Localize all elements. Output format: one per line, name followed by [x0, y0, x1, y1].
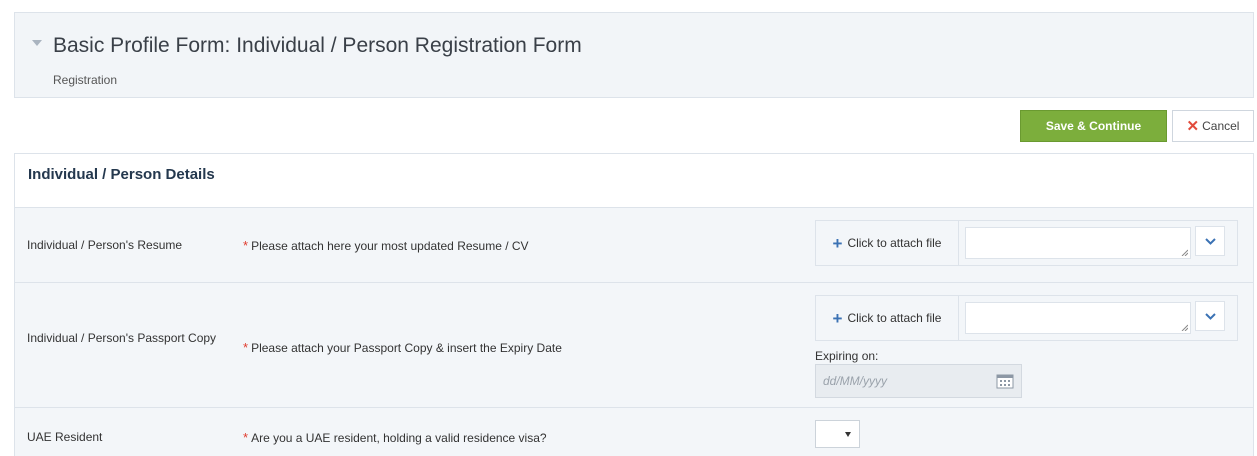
save-continue-button[interactable]: Save & Continue — [1020, 110, 1167, 142]
passport-description: * Please attach your Passport Copy & inse… — [243, 340, 562, 355]
resume-row: Individual / Person's Resume * Please att… — [15, 207, 1253, 282]
page-subtitle: Registration — [53, 73, 118, 87]
expiry-date-field[interactable] — [815, 364, 1022, 398]
chevron-down-icon — [1204, 312, 1216, 320]
close-icon: ✕ — [1186, 117, 1200, 135]
header-panel: Basic Profile Form: Individual / Person … — [14, 12, 1254, 98]
passport-description-text: Please attach your Passport Copy & inser… — [251, 341, 562, 355]
caret-down-icon — [845, 431, 851, 437]
uae-resident-description-text: Are you a UAE resident, holding a valid … — [251, 431, 547, 445]
plus-icon: + — [832, 233, 843, 253]
passport-row: Individual / Person's Passport Copy * Ple… — [15, 282, 1253, 407]
calendar-icon[interactable] — [996, 373, 1014, 389]
resize-handle-icon — [1181, 324, 1188, 331]
resume-attach-box: + Click to attach file — [815, 220, 1238, 266]
resize-handle-icon — [1181, 249, 1188, 256]
collapse-toggle-icon[interactable] — [32, 40, 42, 46]
required-asterisk-icon: * — [243, 238, 249, 253]
uae-resident-row: UAE Resident * Are you a UAE resident, ho… — [15, 407, 1253, 456]
chevron-down-icon — [1204, 237, 1216, 245]
details-section: Individual / Person Details Individual /… — [14, 153, 1254, 456]
plus-icon: + — [832, 308, 843, 328]
passport-attach-button[interactable]: + Click to attach file — [816, 296, 959, 340]
required-asterisk-icon: * — [243, 430, 249, 445]
cancel-button[interactable]: ✕ Cancel — [1172, 110, 1254, 142]
resume-label: Individual / Person's Resume — [27, 238, 183, 252]
expiry-date-input[interactable] — [816, 365, 986, 397]
uae-resident-label: UAE Resident — [27, 430, 103, 444]
passport-label: Individual / Person's Passport Copy — [27, 331, 217, 345]
resume-attach-button[interactable]: + Click to attach file — [816, 221, 959, 265]
section-title: Individual / Person Details — [28, 166, 215, 183]
resume-description: * Please attach here your most updated Re… — [243, 238, 529, 253]
resume-description-text: Please attach here your most updated Res… — [251, 239, 529, 253]
required-asterisk-icon: * — [243, 340, 249, 355]
resume-dropdown-button[interactable] — [1195, 226, 1225, 256]
expiring-label: Expiring on: — [815, 349, 879, 363]
page-title: Basic Profile Form: Individual / Person … — [53, 34, 582, 57]
passport-dropdown-button[interactable] — [1195, 301, 1225, 331]
uae-resident-description: * Are you a UAE resident, holding a valid… — [243, 430, 547, 445]
resume-file-textarea[interactable] — [965, 227, 1191, 259]
resume-attach-label: Click to attach file — [847, 236, 942, 250]
uae-resident-select[interactable] — [815, 420, 860, 448]
cancel-label: Cancel — [1202, 119, 1240, 133]
passport-attach-box: + Click to attach file — [815, 295, 1238, 341]
passport-file-textarea[interactable] — [965, 302, 1191, 334]
passport-attach-label: Click to attach file — [847, 311, 942, 325]
